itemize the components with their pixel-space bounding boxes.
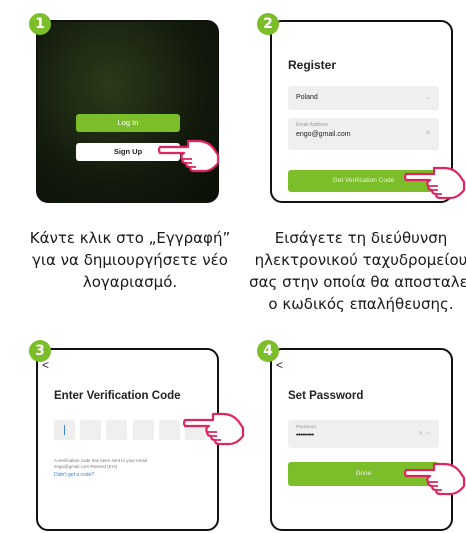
code-cell[interactable] bbox=[54, 420, 75, 440]
back-icon[interactable]: < bbox=[276, 358, 283, 372]
clear-icon[interactable]: ✕ bbox=[425, 129, 431, 137]
caption-line: σας στην οποία θα αποσταλεί bbox=[249, 273, 466, 291]
email-field[interactable]: Email Address engo@gmail.com ✕ bbox=[288, 118, 439, 150]
caption-line: ο κωδικός επαλήθευσης. bbox=[268, 295, 454, 313]
country-select[interactable]: Poland ⌄ bbox=[288, 86, 439, 110]
password-label: Password bbox=[296, 424, 316, 429]
pointing-hand-icon bbox=[158, 139, 220, 173]
caption-step-2: Εισάγετε τη διεύθυνση ηλεκτρονικού ταχυδ… bbox=[232, 227, 466, 315]
caption-line: για να δημιουργήσετε νέο bbox=[32, 251, 228, 269]
page-title: Register bbox=[288, 58, 337, 72]
clear-and-eye-icons[interactable]: ✕ ⁓ bbox=[418, 430, 431, 437]
pointing-hand-icon bbox=[404, 166, 466, 200]
page-title: Enter Verification Code bbox=[54, 390, 181, 402]
chevron-down-icon: ⌄ bbox=[425, 94, 431, 101]
verification-info: A verification code has been sent to you… bbox=[54, 458, 147, 470]
step-badge-3: 3 bbox=[29, 340, 51, 362]
pointing-hand-icon bbox=[183, 412, 245, 446]
password-field[interactable]: Password ••••••••• ✕ ⁓ bbox=[288, 420, 439, 448]
caption-line: ηλεκτρονικού ταχυδρομείου bbox=[254, 251, 466, 269]
login-button[interactable]: Log In bbox=[76, 114, 180, 132]
email-value: engo@gmail.com bbox=[296, 131, 351, 138]
country-value: Poland bbox=[296, 94, 318, 101]
info-line: engo@gmail.com Resend (57s) bbox=[54, 464, 118, 469]
step-badge-4: 4 bbox=[257, 340, 279, 362]
pointing-hand-icon bbox=[404, 462, 466, 496]
caption-line: Εισάγετε τη διεύθυνση bbox=[274, 229, 448, 247]
screen-set-password: < Set Password Password ••••••••• ✕ ⁓ Do… bbox=[270, 348, 453, 531]
code-cell[interactable] bbox=[158, 420, 180, 440]
email-label: Email Address bbox=[296, 122, 328, 128]
caption-line: Κάντε κλικ στο „Εγγραφή” bbox=[29, 229, 231, 247]
caption-line: λογαριασμό. bbox=[82, 273, 178, 291]
page-title: Set Password bbox=[288, 390, 364, 402]
code-cell[interactable] bbox=[80, 420, 102, 440]
caption-step-1: Κάντε κλικ στο „Εγγραφή” για να δημιουργ… bbox=[20, 227, 240, 293]
code-cell[interactable] bbox=[132, 420, 154, 440]
screen-login: Log In Sign Up bbox=[36, 20, 219, 203]
didnt-get-code-link[interactable]: Didn't get a code? bbox=[54, 472, 94, 478]
code-cell[interactable] bbox=[106, 420, 128, 440]
step-badge-1: 1 bbox=[29, 13, 51, 35]
password-value: ••••••••• bbox=[296, 432, 314, 439]
step-badge-2: 2 bbox=[257, 13, 279, 35]
